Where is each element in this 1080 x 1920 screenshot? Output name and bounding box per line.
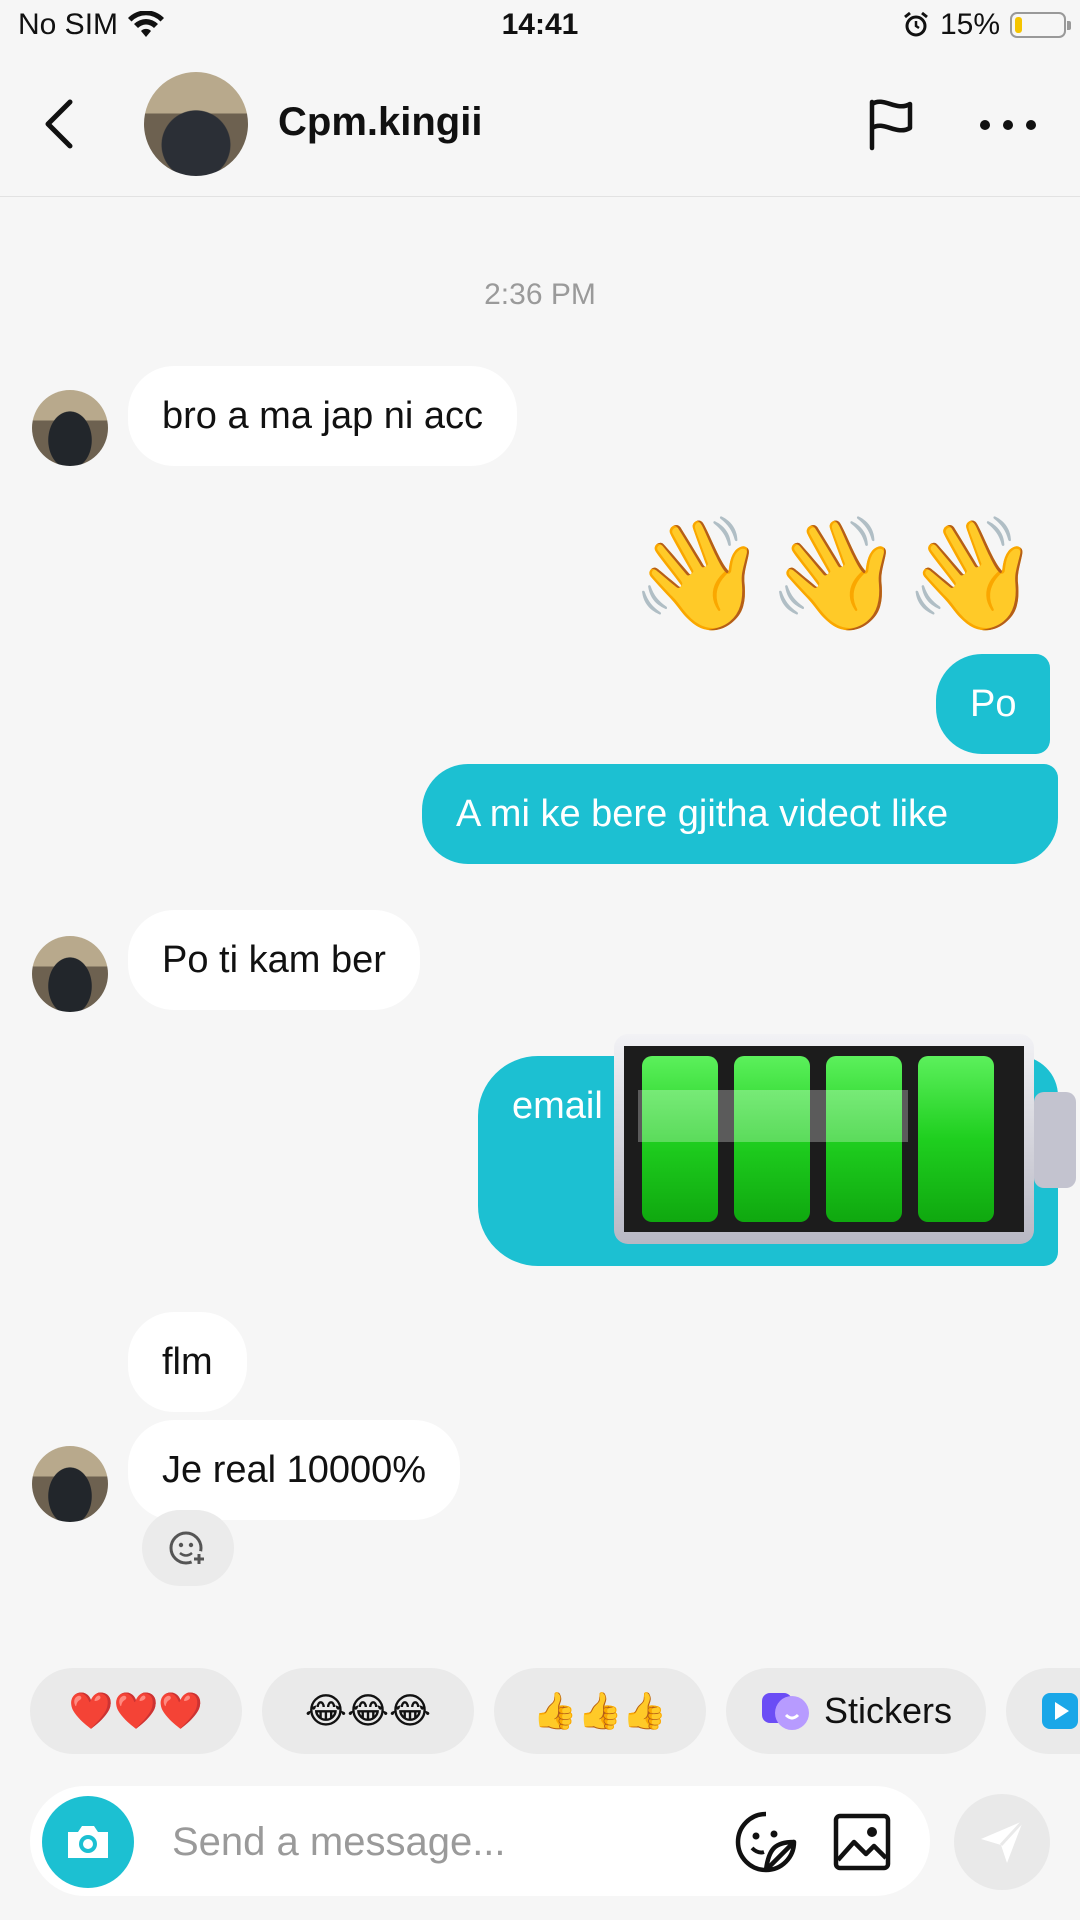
battery-emoji-sticker (614, 1034, 1076, 1244)
quick-replies: ❤️❤️❤️ 😂😂😂 👍👍👍 Stickers (0, 1668, 1080, 1754)
add-reaction-icon (169, 1531, 207, 1567)
chat-header: Cpm.kingii (0, 56, 1080, 197)
message-emoji-wave[interactable]: 👋👋👋 (630, 510, 1041, 640)
add-reaction-button[interactable] (142, 1510, 234, 1586)
chip-label: Stickers (823, 1690, 953, 1731)
camera-button[interactable] (42, 1796, 134, 1888)
send-button[interactable] (954, 1794, 1050, 1890)
message-input[interactable] (170, 1806, 734, 1878)
chip-label: 😂😂😂 (304, 1690, 432, 1731)
more-options-icon[interactable] (976, 112, 1040, 136)
message-bubble-received[interactable]: flm (128, 1312, 247, 1412)
quick-reply-stickers[interactable]: Stickers (726, 1668, 986, 1754)
message-bubble-received[interactable]: bro a ma jap ni acc (128, 366, 518, 466)
message-avatar[interactable] (32, 390, 108, 466)
image-picker-icon[interactable] (830, 1810, 894, 1874)
battery-fill (1015, 17, 1022, 33)
chip-label: ❤️❤️❤️ (68, 1690, 204, 1731)
flag-icon[interactable] (862, 96, 918, 152)
battery-icon (1010, 12, 1071, 38)
message-bubble-received[interactable]: Je real 10000% (128, 1420, 461, 1520)
contact-name[interactable]: Cpm.kingii (278, 100, 482, 145)
sticker-picker-icon[interactable] (734, 1810, 798, 1874)
back-icon[interactable] (36, 96, 84, 152)
status-bar: No SIM 14:41 15% (0, 0, 1080, 56)
chip-label: 👍👍👍 (532, 1690, 668, 1731)
chat-timestamp: 2:36 PM (484, 278, 596, 311)
message-avatar[interactable] (32, 1446, 108, 1522)
status-right: 15% (902, 8, 1071, 42)
battery-percent: 15% (939, 8, 1000, 41)
message-text: email (512, 1085, 603, 1127)
message-composer (30, 1786, 930, 1896)
message-bubble-sent[interactable]: A mi ke bere gjitha videot like (422, 764, 1058, 864)
alarm-icon (904, 11, 928, 37)
camera-icon (68, 1826, 108, 1858)
send-icon (981, 1819, 1025, 1863)
play-icon (1042, 1693, 1078, 1729)
quick-reply-hearts[interactable]: ❤️❤️❤️ (30, 1668, 242, 1754)
quick-reply-video[interactable] (1006, 1668, 1080, 1754)
message-bubble-received[interactable]: Po ti kam ber (128, 910, 420, 1010)
contact-avatar[interactable] (144, 72, 248, 176)
quick-reply-thumbs-up[interactable]: 👍👍👍 (494, 1668, 706, 1754)
quick-reply-laughing[interactable]: 😂😂😂 (262, 1668, 474, 1754)
message-bubble-sent[interactable]: Po (936, 654, 1051, 754)
message-avatar[interactable] (32, 936, 108, 1012)
stickers-icon (761, 1693, 809, 1730)
